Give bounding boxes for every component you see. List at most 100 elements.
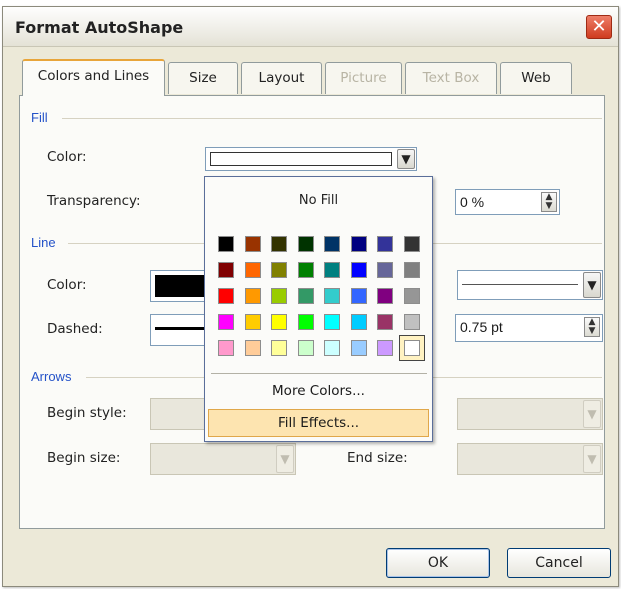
color-swatch-fill [271, 288, 287, 304]
color-swatch[interactable] [372, 231, 399, 257]
transparency-value: 0 % [460, 194, 485, 210]
line-section-label: Line [31, 235, 56, 250]
color-swatch[interactable] [399, 309, 426, 335]
color-swatch[interactable] [372, 257, 399, 283]
color-swatch[interactable] [399, 257, 426, 283]
color-swatch[interactable] [293, 231, 320, 257]
begin-size-dropdown: ▼ [150, 443, 296, 475]
spin-arrows-icon[interactable]: ▲ ▼ [541, 192, 557, 212]
color-swatch[interactable] [346, 335, 373, 361]
chevron-down-icon[interactable]: ▼ [583, 272, 601, 298]
fill-color-swatch [210, 152, 392, 166]
ok-button[interactable]: OK [386, 548, 490, 578]
transparency-spinner[interactable]: 0 % ▲ ▼ [455, 189, 560, 215]
color-swatch[interactable] [266, 231, 293, 257]
tab-layout[interactable]: Layout [241, 62, 322, 94]
color-swatch[interactable] [293, 283, 320, 309]
color-swatch[interactable] [346, 231, 373, 257]
color-swatch[interactable] [346, 283, 373, 309]
color-swatch[interactable] [213, 309, 240, 335]
color-swatch[interactable] [240, 283, 267, 309]
cancel-button[interactable]: Cancel [507, 548, 611, 578]
color-swatch[interactable] [293, 335, 320, 361]
color-swatch[interactable] [319, 257, 346, 283]
color-swatch-fill [403, 314, 420, 330]
color-swatch-fill [218, 262, 234, 278]
color-swatch[interactable] [398, 335, 425, 361]
color-swatch-fill [244, 236, 261, 252]
spin-arrows-icon[interactable]: ▲ ▼ [584, 317, 600, 337]
chevron-down-icon: ▼ [583, 400, 601, 428]
color-swatch-fill [271, 314, 287, 330]
color-swatch-fill [403, 288, 420, 304]
dialog-title: Format AutoShape [15, 18, 184, 37]
color-swatch[interactable] [399, 231, 426, 257]
color-swatch[interactable] [266, 283, 293, 309]
color-swatch-fill [403, 236, 420, 252]
fill-color-popup: No Fill More Colors... Fill Effects... [204, 176, 433, 442]
color-swatch[interactable] [319, 283, 346, 309]
tab-colors-and-lines[interactable]: Colors and Lines [22, 59, 165, 96]
color-swatch[interactable] [266, 257, 293, 283]
swatch-row [213, 283, 425, 309]
line-weight-spinner[interactable]: 0.75 pt ▲ ▼ [455, 314, 603, 342]
color-swatch[interactable] [266, 309, 293, 335]
color-swatch[interactable] [213, 257, 240, 283]
color-swatch-fill [350, 288, 367, 304]
color-swatch[interactable] [346, 309, 373, 335]
tab-size[interactable]: Size [168, 62, 238, 94]
arrows-section-label: Arrows [31, 369, 72, 384]
line-style-dropdown[interactable]: ▼ [457, 270, 603, 300]
color-swatch[interactable] [319, 335, 346, 361]
begin-size-label: Begin size: [47, 450, 121, 466]
begin-style-label: Begin style: [47, 405, 127, 421]
color-swatch[interactable] [293, 257, 320, 283]
color-swatch-fill [218, 314, 234, 330]
color-swatch-fill [377, 236, 393, 252]
color-swatch-fill [403, 340, 420, 356]
no-fill-option[interactable]: No Fill [205, 193, 432, 208]
color-swatch[interactable] [213, 231, 240, 257]
color-swatch[interactable] [266, 335, 293, 361]
color-swatch[interactable] [399, 283, 426, 309]
color-swatch[interactable] [240, 335, 267, 361]
color-swatch[interactable] [240, 309, 267, 335]
more-colors-option[interactable]: More Colors... [205, 383, 432, 399]
color-swatch[interactable] [213, 283, 240, 309]
color-swatch[interactable] [240, 231, 267, 257]
color-swatch-fill [377, 262, 393, 278]
tab-picture: Picture [325, 62, 402, 94]
color-swatch-fill [244, 314, 261, 330]
color-swatch-fill [271, 340, 287, 356]
color-swatch-fill [297, 314, 314, 330]
fill-color-label: Color: [47, 149, 87, 165]
color-swatch-fill [271, 236, 287, 252]
color-swatch[interactable] [319, 309, 346, 335]
close-button[interactable]: ✕ [586, 15, 612, 39]
color-swatch[interactable] [372, 283, 399, 309]
chevron-down-icon: ▼ [583, 445, 601, 473]
color-swatch[interactable] [240, 257, 267, 283]
fill-color-dropdown[interactable]: ▼ [205, 147, 417, 171]
chevron-down-icon[interactable]: ▼ [397, 149, 415, 169]
color-swatch[interactable] [346, 257, 373, 283]
end-style-dropdown: ▼ [457, 398, 603, 430]
color-swatch-fill [271, 262, 287, 278]
color-swatch-fill [244, 262, 261, 278]
line-style-preview [462, 284, 578, 285]
title-bar[interactable]: Format AutoShape ✕ [3, 7, 618, 47]
fill-effects-option[interactable]: Fill Effects... [208, 409, 429, 437]
color-swatch[interactable] [293, 309, 320, 335]
color-swatch[interactable] [319, 231, 346, 257]
tab-web[interactable]: Web [500, 62, 572, 94]
color-swatch-fill [324, 288, 340, 304]
color-swatch[interactable] [213, 335, 240, 361]
color-swatch-fill [324, 262, 340, 278]
swatch-row [213, 335, 425, 361]
color-swatch-fill [297, 340, 314, 356]
swatch-row [213, 231, 425, 257]
swatch-row [213, 309, 425, 335]
color-swatch-fill [244, 288, 261, 304]
color-swatch[interactable] [372, 335, 399, 361]
color-swatch[interactable] [372, 309, 399, 335]
